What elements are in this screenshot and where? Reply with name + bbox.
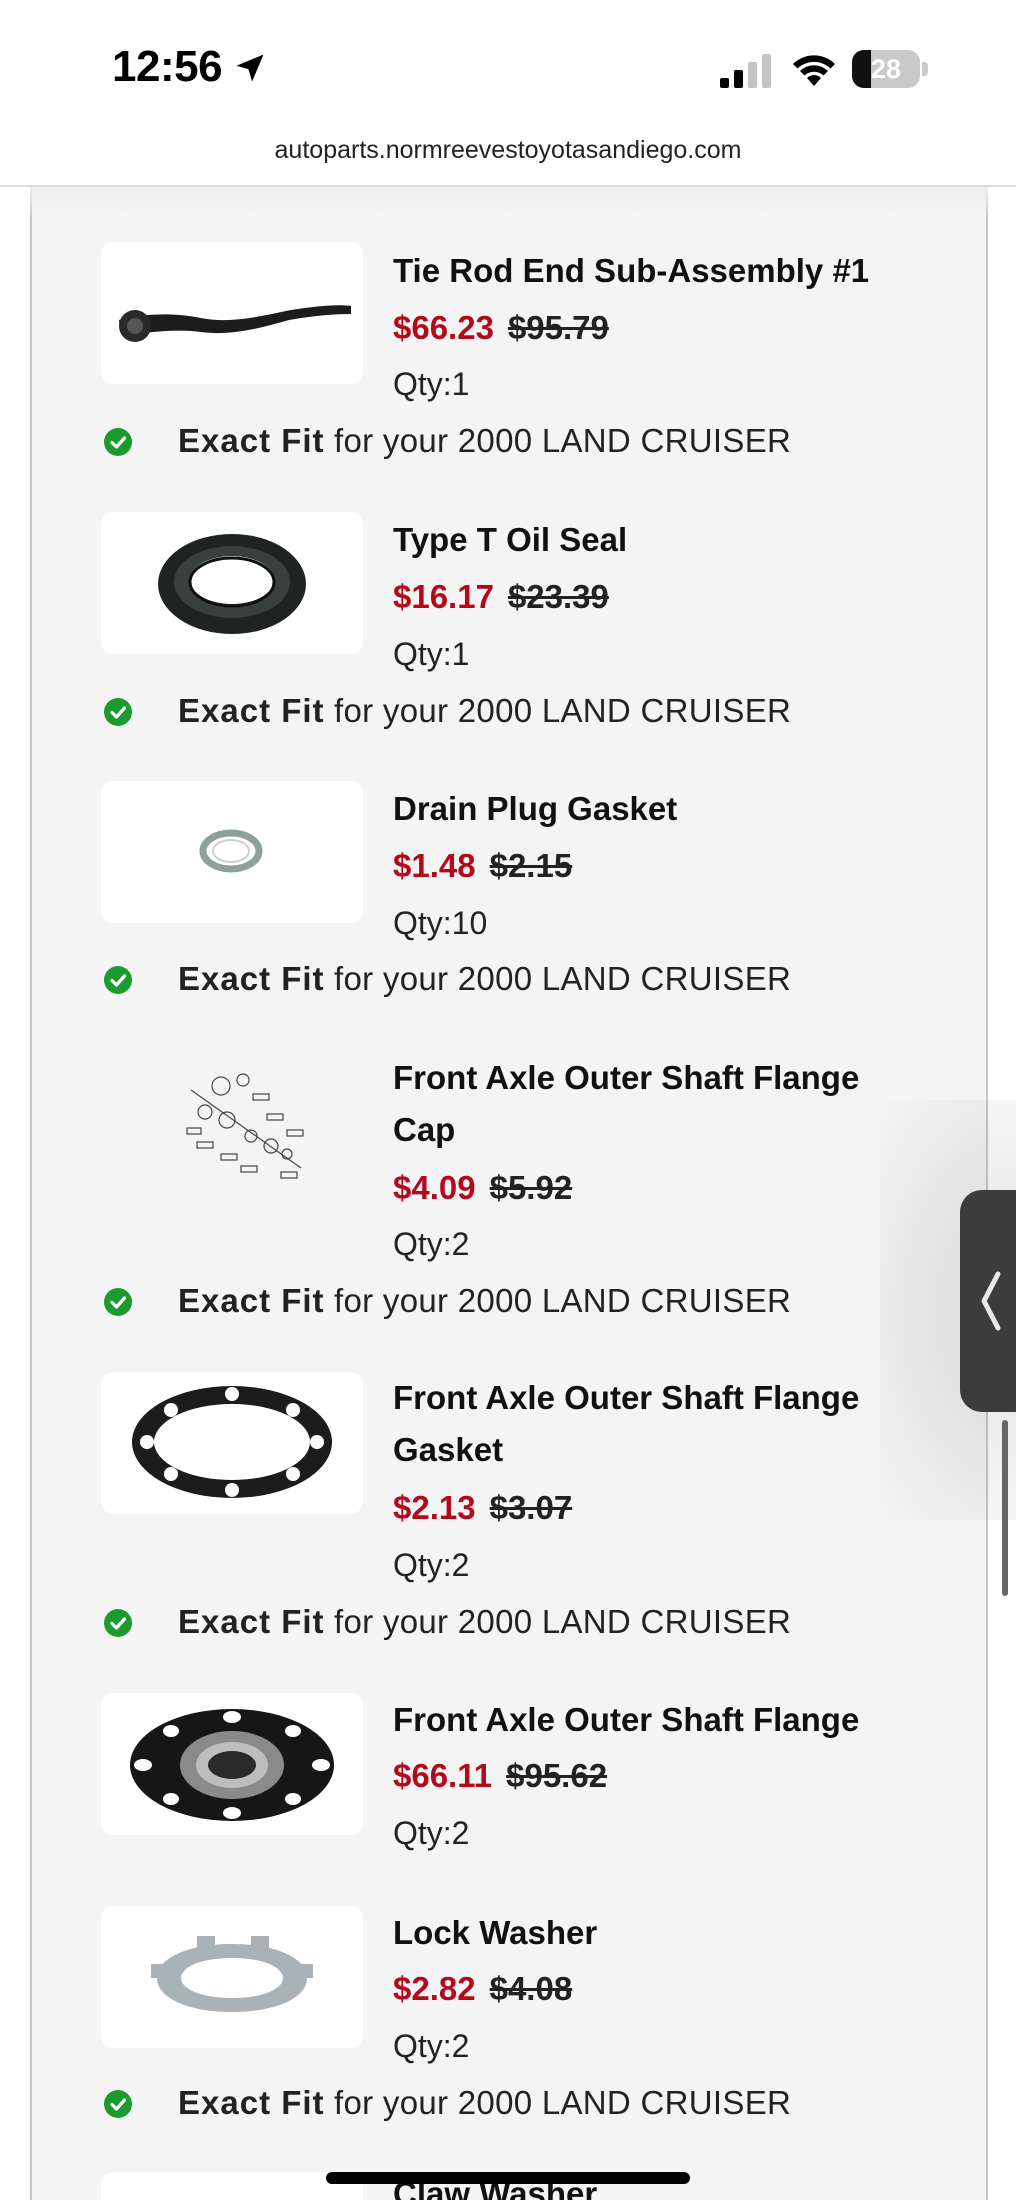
- side-drawer-handle[interactable]: [960, 1190, 1016, 1412]
- product-image-flange[interactable]: [101, 1693, 363, 1835]
- product-name[interactable]: Front Axle Outer Shaft Flange Cap: [393, 1052, 903, 1156]
- fitment-row: Exact Fit for your 2000 LAND CRUISER: [104, 419, 904, 463]
- product-image-drain-gasket[interactable]: [101, 781, 363, 923]
- fitment-label: Exact Fit for your 2000 LAND CRUISER: [178, 1603, 792, 1640]
- product-name[interactable]: Type T Oil Seal: [393, 514, 903, 566]
- sale-price: $4.09: [393, 1169, 476, 1206]
- flange-image: [130, 1709, 334, 1821]
- scrollbar[interactable]: [1002, 1420, 1008, 1596]
- product-qty: Qty:1: [393, 366, 470, 402]
- fitment-row: Exact Fit for your 2000 LAND CRUISER: [104, 2081, 904, 2125]
- product-prices: $16.17 $23.39: [393, 575, 609, 619]
- fitment-label: Exact Fit for your 2000 LAND CRUISER: [178, 422, 792, 459]
- check-circle-icon: [104, 2090, 132, 2118]
- original-price: $95.79: [507, 309, 609, 346]
- fitment-label: Exact Fit for your 2000 LAND CRUISER: [178, 692, 792, 729]
- product-qty: Qty:1: [393, 636, 470, 672]
- cellular-signal-icon: [720, 54, 771, 88]
- product-name[interactable]: Front Axle Outer Shaft Flange: [393, 1694, 903, 1746]
- product-name[interactable]: Drain Plug Gasket: [393, 783, 903, 835]
- sale-price: $66.11: [393, 1757, 493, 1794]
- fitment-label: Exact Fit for your 2000 LAND CRUISER: [178, 960, 792, 997]
- product-prices: $1.48 $2.15: [393, 844, 572, 888]
- product-prices: $4.09 $5.92: [393, 1166, 572, 1210]
- product-qty: Qty:2: [393, 1547, 470, 1583]
- product-image-flange-gasket[interactable]: [101, 1372, 363, 1514]
- product-qty: Qty:2: [393, 1815, 470, 1851]
- product-image-lock-washer[interactable]: [101, 1906, 363, 2048]
- sale-price: $16.17: [393, 578, 494, 615]
- original-price: $3.07: [489, 1489, 573, 1526]
- location-arrow-icon: [236, 54, 264, 82]
- fitment-row: Exact Fit for your 2000 LAND CRUISER: [104, 957, 904, 1001]
- product-qty: Qty:2: [393, 2028, 470, 2064]
- status-time: 12:56: [112, 42, 223, 91]
- parts-diagram-image: [186, 1073, 304, 1179]
- product-image-claw-washer[interactable]: [101, 2172, 363, 2200]
- original-price: $5.92: [489, 1169, 573, 1206]
- original-price: $4.08: [489, 1970, 573, 2007]
- check-circle-icon: [104, 1288, 132, 1316]
- status-bar: 12:56 28: [0, 0, 1016, 130]
- oil-seal-image: [158, 534, 306, 634]
- product-name[interactable]: Lock Washer: [393, 1907, 903, 1959]
- lock-washer-image: [151, 1936, 313, 2012]
- fitment-row: Exact Fit for your 2000 LAND CRUISER: [104, 689, 904, 733]
- fitment-label: Exact Fit for your 2000 LAND CRUISER: [178, 2084, 792, 2121]
- battery-level: 28: [870, 54, 902, 84]
- product-image-flange-cap[interactable]: [101, 1050, 363, 1192]
- product-image-oil-seal[interactable]: [101, 512, 363, 654]
- tie-rod-image: [119, 305, 351, 342]
- gasket-ring-image: [199, 829, 263, 873]
- product-qty: Qty:10: [393, 905, 488, 941]
- sale-price: $1.48: [393, 847, 476, 884]
- check-circle-icon: [104, 966, 132, 994]
- product-name[interactable]: Front Axle Outer Shaft Flange Gasket: [393, 1372, 903, 1476]
- address-bar-url[interactable]: autoparts.normreevestoyotasandiego.com: [0, 136, 1016, 165]
- original-price: $95.62: [506, 1757, 608, 1794]
- fitment-row: Exact Fit for your 2000 LAND CRUISER: [104, 1279, 904, 1323]
- battery-icon: 28: [852, 50, 928, 88]
- check-circle-icon: [104, 428, 132, 456]
- product-image-tie-rod[interactable]: [101, 242, 363, 384]
- check-circle-icon: [104, 698, 132, 726]
- product-name[interactable]: Tie Rod End Sub-Assembly #1: [393, 245, 903, 297]
- product-prices: $2.82 $4.08: [393, 1967, 572, 2011]
- check-circle-icon: [104, 1609, 132, 1637]
- fitment-label: Exact Fit for your 2000 LAND CRUISER: [178, 1282, 792, 1319]
- wifi-icon: [793, 55, 835, 86]
- sale-price: $66.23: [393, 309, 494, 346]
- product-prices: $66.23 $95.79: [393, 306, 609, 350]
- sale-price: $2.13: [393, 1489, 476, 1526]
- fitment-row: Exact Fit for your 2000 LAND CRUISER: [104, 1600, 904, 1644]
- home-indicator[interactable]: [326, 2172, 690, 2184]
- product-prices: $2.13 $3.07: [393, 1486, 572, 1530]
- chevron-left-icon: [981, 1271, 1001, 1331]
- sale-price: $2.82: [393, 1970, 476, 2007]
- original-price: $23.39: [507, 578, 609, 615]
- original-price: $2.15: [489, 847, 573, 884]
- flange-gasket-image: [132, 1386, 332, 1498]
- product-prices: $66.11 $95.62: [393, 1754, 607, 1798]
- product-qty: Qty:2: [393, 1226, 470, 1262]
